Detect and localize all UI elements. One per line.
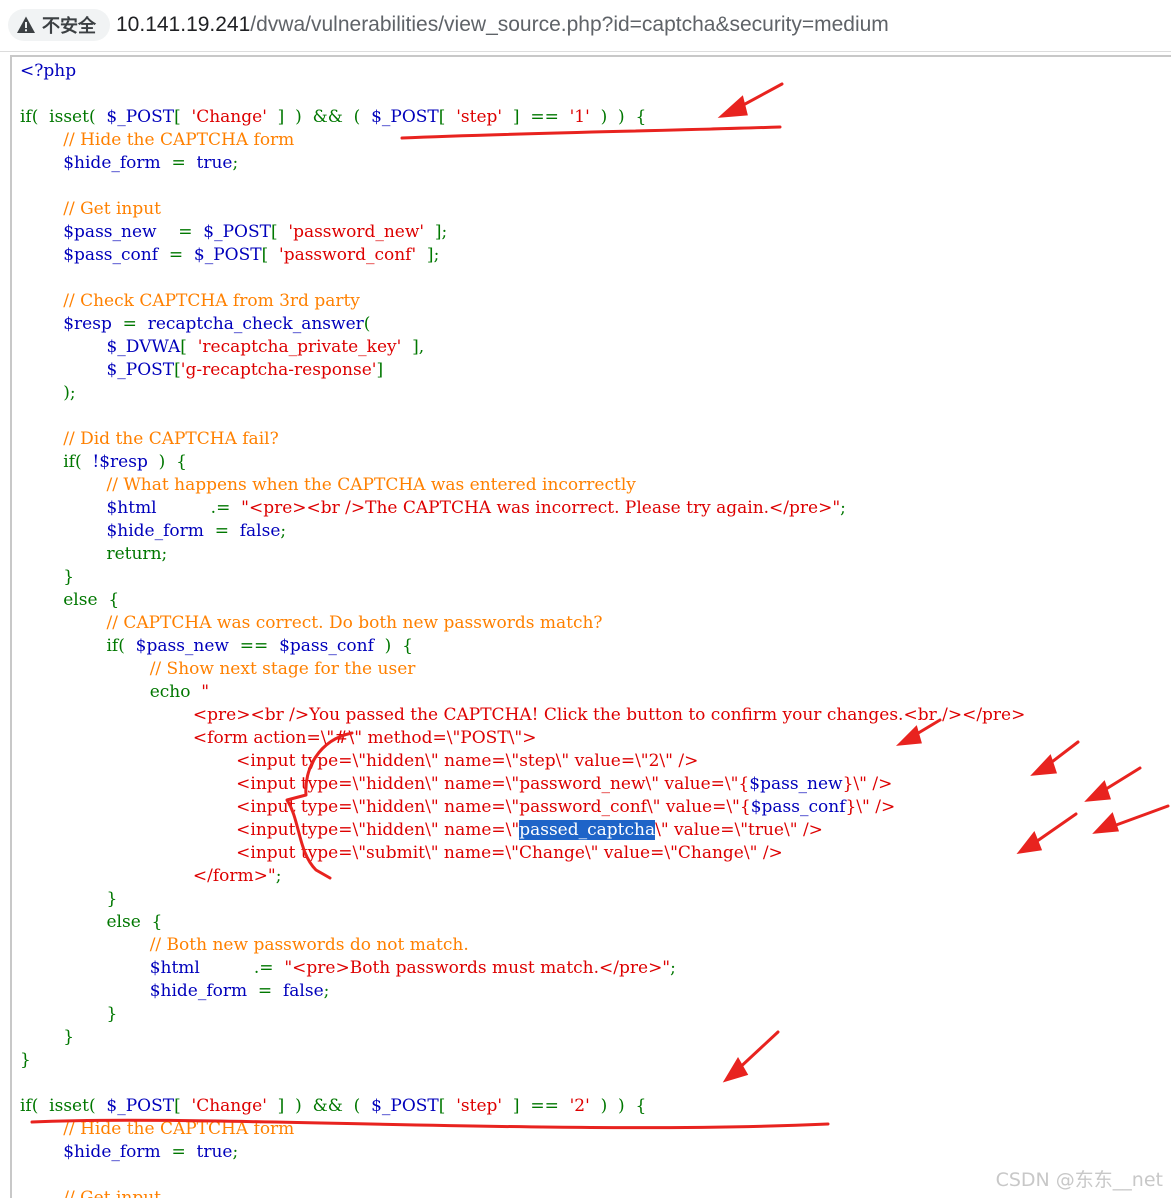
address-bar[interactable]: 不安全 10.141.19.241/dvwa/vulnerabilities/v… xyxy=(0,0,1171,52)
code-line-dvwa-key: $_DVWA[ 'recaptcha_private_key' ], xyxy=(106,337,425,357)
code-line-return: return; xyxy=(106,544,168,564)
code-line-if-match: if( $pass_new == $pass_conf ) { xyxy=(106,636,413,656)
code-line-if-step1: if( isset( $_POST[ 'Change' ] ) && ( $_P… xyxy=(20,107,647,127)
code-line-pass-new: $pass_new = $_POST[ 'password_new' ]; xyxy=(63,222,448,242)
comment-captcha-fail: // Did the CAPTCHA fail? xyxy=(63,429,279,449)
url-host: 10.141.19.241 xyxy=(116,13,251,36)
comment-hide-form-2: // Hide the CAPTCHA form xyxy=(63,1119,295,1139)
comment-incorrect: // What happens when the CAPTCHA was ent… xyxy=(106,475,636,495)
echo-line-pre: <pre><br />You passed the CAPTCHA! Click… xyxy=(192,705,1026,725)
comment-check-captcha: // Check CAPTCHA from 3rd party xyxy=(63,291,360,311)
code-line-hide-form-2: $hide_form = true; xyxy=(63,1142,239,1162)
code-line-html-incorrect: $html .= "<pre><br />The CAPTCHA was inc… xyxy=(106,498,846,518)
source-view: <?php if( isset( $_POST[ 'Change' ] ) &&… xyxy=(10,55,1171,1198)
code-line-if-step2: if( isset( $_POST[ 'Change' ] ) && ( $_P… xyxy=(20,1096,647,1116)
security-label: 不安全 xyxy=(42,16,96,37)
code-line-html-must-match: $html .= "<pre>Both passwords must match… xyxy=(149,958,676,978)
echo-line-input-submit: <input type=\"submit\" name=\"Change\" v… xyxy=(236,843,783,863)
code-line-echo: echo " xyxy=(149,682,210,702)
warning-icon xyxy=(16,15,36,35)
comment-get-input: // Get input xyxy=(63,199,162,219)
security-indicator[interactable]: 不安全 xyxy=(8,9,110,41)
echo-line-input-password-new: <input type=\"hidden\" name=\"password_n… xyxy=(236,774,893,794)
code-line-brace: } xyxy=(63,567,75,587)
code-line-brace-4: } xyxy=(63,1027,75,1047)
php-source-code: <?php if( isset( $_POST[ 'Change' ] ) &&… xyxy=(20,60,1025,1198)
code-line-else-2: else { xyxy=(106,912,163,932)
echo-line-form-close: </form>"; xyxy=(192,866,282,886)
code-line-pass-conf: $pass_conf = $_POST[ 'password_conf' ]; xyxy=(63,245,440,265)
selected-text[interactable]: passed_captcha xyxy=(519,820,656,840)
echo-line-input-passed-captcha: <input type=\"hidden\" name=\"passed_cap… xyxy=(236,820,823,840)
code-line-close-call: ); xyxy=(63,383,76,403)
code-line-brace-3: } xyxy=(106,1004,118,1024)
url-path: /dvwa/vulnerabilities/view_source.php?id… xyxy=(250,13,889,36)
php-open-tag: <?php xyxy=(20,61,77,81)
csdn-watermark: CSDN @东东__net xyxy=(995,1169,1163,1191)
comment-hide-form: // Hide the CAPTCHA form xyxy=(63,130,295,150)
code-line-hide-form-false-2: $hide_form = false; xyxy=(149,981,330,1001)
echo-line-input-step: <input type=\"hidden\" name=\"step\" val… xyxy=(236,751,699,771)
echo-line-input-password-conf: <input type=\"hidden\" name=\"password_c… xyxy=(236,797,896,817)
comment-get-input-2: // Get input xyxy=(63,1188,162,1198)
code-line-else: else { xyxy=(63,590,120,610)
code-line-hide-form-false: $hide_form = false; xyxy=(106,521,287,541)
code-line-resp: $resp = recaptcha_check_answer( xyxy=(63,314,371,334)
code-line-hide-form: $hide_form = true; xyxy=(63,153,239,173)
comment-captcha-correct: // CAPTCHA was correct. Do both new pass… xyxy=(106,613,603,633)
code-line-brace-2: } xyxy=(106,889,118,909)
code-line-if-not-resp: if( !$resp ) { xyxy=(63,452,187,472)
comment-no-match: // Both new passwords do not match. xyxy=(149,935,469,955)
echo-line-form: <form action=\"#\" method=\"POST\"> xyxy=(192,728,537,748)
url-text[interactable]: 10.141.19.241/dvwa/vulnerabilities/view_… xyxy=(116,13,889,37)
code-line-brace-main: } xyxy=(20,1050,31,1070)
comment-show-next: // Show next stage for the user xyxy=(149,659,416,679)
code-line-grecaptcha: $_POST['g-recaptcha-response'] xyxy=(106,360,384,380)
